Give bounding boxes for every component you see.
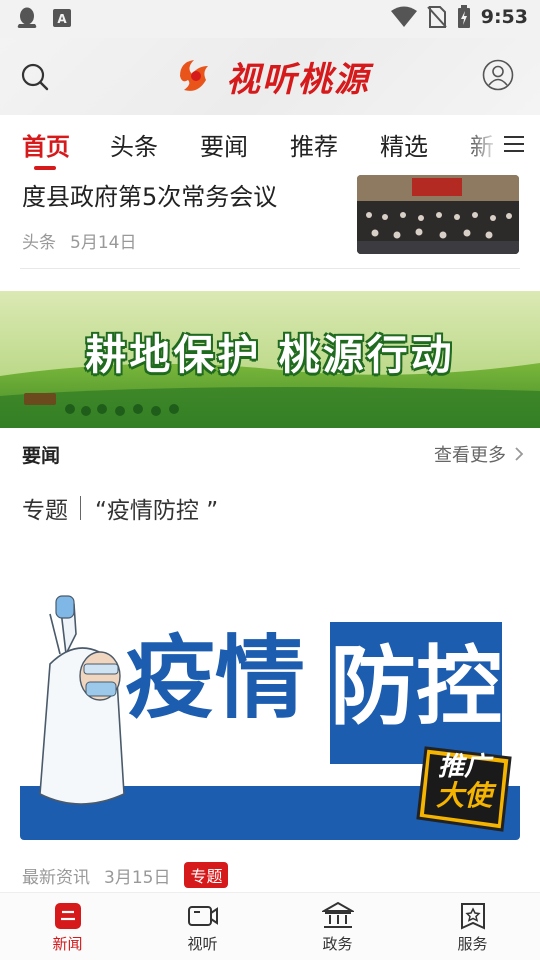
topic-label: 专题 [22, 498, 68, 524]
keyboard-a-icon: A [53, 9, 71, 27]
nav-news[interactable]: 新闻 [0, 893, 135, 960]
user-icon[interactable] [482, 59, 514, 91]
qq-icon [17, 7, 37, 28]
logo-text: 视听桃源 [226, 59, 370, 100]
topic-separator [80, 496, 81, 520]
news-list-item[interactable]: 度县政府第5次常务会议 头条 5月14日 [0, 173, 540, 269]
promo-badge-line1: 推广 [437, 752, 490, 782]
nav-government[interactable]: 政务 [270, 893, 405, 960]
tab-selected[interactable]: 精选 [380, 127, 428, 162]
view-more-label: 查看更多 [434, 445, 506, 466]
channel-tabs: 首页 头条 要闻 推荐 精选 新 [0, 115, 540, 173]
video-icon [187, 906, 218, 926]
app-header: 视听桃源 [0, 38, 540, 115]
service-icon [460, 903, 485, 930]
logo-emblem-icon [180, 60, 208, 91]
promo-badge-text: 推广 大使 [424, 752, 504, 813]
health-worker-illustration [39, 595, 125, 805]
view-more-link[interactable]: 查看更多 [434, 441, 524, 467]
chevron-right-icon [515, 447, 524, 461]
svg-text:A: A [57, 12, 67, 26]
topic-meta-source: 最新资讯 [22, 867, 90, 888]
nav-service[interactable]: 服务 [405, 893, 540, 960]
search-icon[interactable] [20, 62, 50, 92]
nav-video[interactable]: 视听 [135, 893, 270, 960]
wifi-icon [390, 6, 417, 27]
topic-tag-badge: 专题 [184, 862, 229, 888]
promo-banner[interactable]: 耕地保护 桃源行动 [0, 291, 540, 428]
nav-government-label: 政务 [322, 935, 353, 953]
channel-menu-button[interactable] [496, 115, 540, 173]
topic-meta-date: 3月15日 [104, 867, 171, 888]
news-meta: 头条 5月14日 [22, 228, 136, 253]
news-title: 度县政府第5次常务会议 [22, 183, 278, 211]
topic-cover-image[interactable]: 疫情 防控 推广 大使 [20, 594, 520, 840]
bottom-navigation: 新闻 视听 政务 服务 [0, 892, 540, 960]
nav-service-label: 服务 [457, 935, 488, 953]
app-logo: 视听桃源 [172, 52, 370, 100]
topic-heading: 专题 “疫情防控 ” [22, 491, 218, 525]
banner-title: 耕地保护 桃源行动 [85, 331, 455, 379]
topic-image-text-left: 疫情 [125, 626, 305, 731]
tab-home[interactable]: 首页 [22, 127, 70, 162]
promo-badge-line2: 大使 [435, 779, 492, 813]
battery-charging-icon [457, 5, 470, 28]
status-time: 9:53 [480, 6, 528, 28]
news-date: 5月14日 [70, 233, 137, 253]
list-divider [20, 268, 520, 269]
nav-news-label: 新闻 [52, 935, 83, 953]
tab-recommended[interactable]: 推荐 [290, 127, 338, 162]
news-thumbnail [357, 175, 519, 254]
government-icon [321, 901, 354, 928]
topic-meta: 最新资讯 3月15日 专题 [22, 862, 229, 888]
section-title: 要闻 [22, 445, 61, 467]
menu-icon [504, 136, 524, 152]
status-bar: A 9:53 [0, 0, 540, 38]
no-sim-icon [426, 6, 447, 28]
tab-important-news[interactable]: 要闻 [200, 127, 248, 162]
active-tab-indicator [34, 166, 56, 170]
news-category: 头条 [22, 233, 56, 253]
news-icon [54, 903, 81, 929]
tabs-fade [460, 115, 500, 173]
tab-headlines[interactable]: 头条 [110, 127, 158, 162]
topic-image-text-right: 防控 [330, 622, 502, 764]
nav-video-label: 视听 [187, 935, 218, 953]
topic-name: “疫情防控 ” [95, 498, 219, 524]
